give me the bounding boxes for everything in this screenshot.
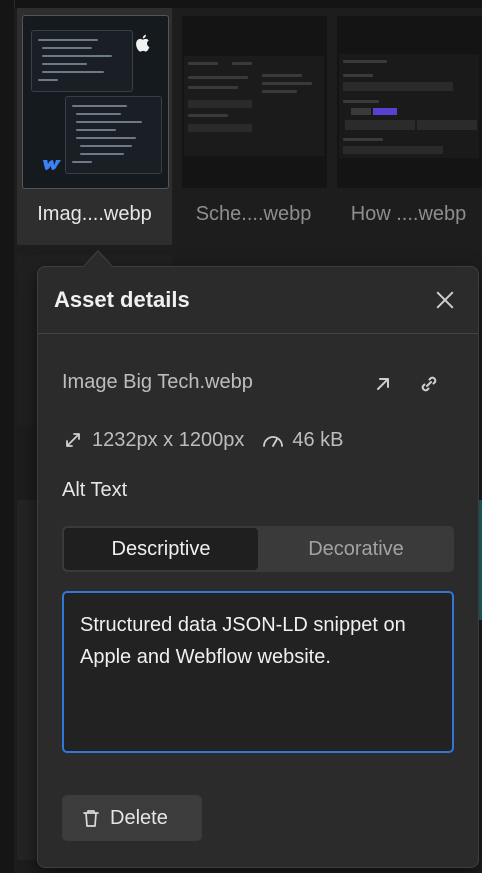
asset-meta-row: 1232px x 1200px 46 kB — [62, 427, 344, 453]
descriptive-option[interactable]: Descriptive — [64, 528, 258, 570]
link-icon[interactable] — [416, 371, 442, 397]
asset-thumbnail — [337, 16, 482, 188]
file-size: 46 kB — [292, 428, 344, 451]
webflow-logo-icon — [43, 160, 61, 170]
trash-icon — [83, 810, 99, 827]
asset-thumbnail — [23, 16, 168, 188]
left-edge — [0, 0, 15, 873]
asset-tile-selected[interactable]: Imag....webp — [17, 8, 172, 245]
delete-label: Delete — [110, 806, 168, 829]
close-icon[interactable] — [430, 285, 460, 315]
alt-text-label: Alt Text — [62, 479, 128, 501]
alt-text-input[interactable]: Structured data JSON-LD snippet on Apple… — [62, 591, 454, 753]
panel-header: Asset details — [38, 267, 478, 334]
resize-arrows-icon — [66, 433, 80, 447]
asset-thumbnail — [182, 16, 327, 188]
panel-title: Asset details — [54, 287, 190, 312]
asset-tile[interactable]: Sche....webp — [176, 8, 331, 245]
gauge-icon — [263, 436, 284, 447]
image-dimensions: 1232px x 1200px — [92, 428, 245, 451]
popover-caret-fill — [84, 252, 112, 267]
external-link-icon[interactable] — [370, 371, 396, 397]
apple-logo-icon — [136, 34, 150, 52]
asset-details-panel: Asset details Image Big Tech.webp 1232px… — [37, 266, 479, 868]
alt-mode-toggle: Descriptive Decorative — [62, 526, 454, 572]
asset-name-label: Sche....webp — [195, 203, 312, 225]
asset-tile[interactable]: How ....webp — [331, 8, 482, 245]
decorative-option[interactable]: Decorative — [260, 528, 452, 570]
asset-name-label: Imag....webp — [37, 203, 152, 225]
file-name: Image Big Tech.webp — [62, 371, 253, 393]
top-edge — [0, 0, 482, 8]
delete-button[interactable]: Delete — [62, 795, 202, 841]
asset-name-label: How ....webp — [350, 203, 467, 225]
